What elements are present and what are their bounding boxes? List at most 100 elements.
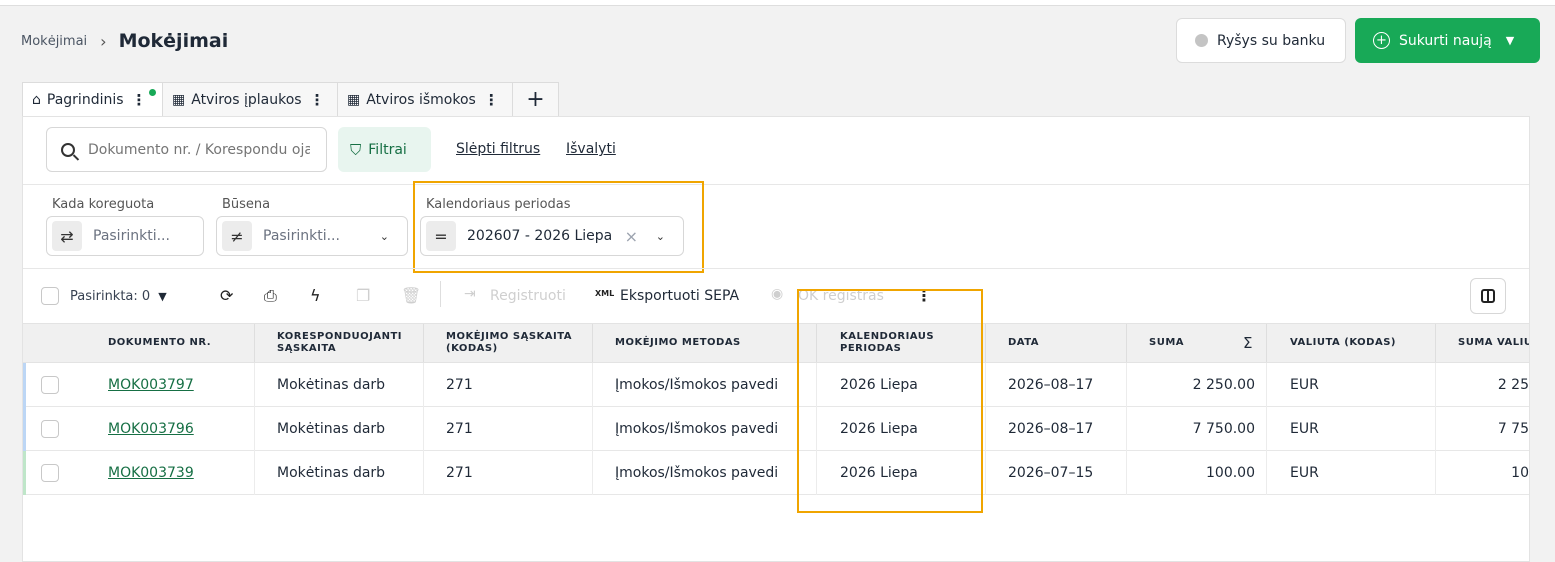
column-header-currency[interactable]: VALIUTA (KODAS) bbox=[1290, 324, 1430, 362]
corresponding-account-cell: Mokėtinas darb bbox=[277, 421, 386, 437]
modified-filter-select[interactable]: ⇄ Pasirinkti... bbox=[46, 216, 204, 256]
create-new-button[interactable]: + Sukurti naują ▼ bbox=[1355, 18, 1540, 63]
document-link[interactable]: MOK003739 bbox=[108, 451, 248, 495]
selected-count: Pasirinkta: 0 bbox=[70, 288, 151, 304]
sum-total-icon[interactable]: Σ bbox=[1243, 324, 1259, 362]
table-header: DOKUMENTO NR. KORESPONDUOJANTI SĄSKAITA … bbox=[23, 323, 1529, 363]
cell-separator bbox=[423, 363, 424, 407]
export-sepa-button[interactable]: Eksportuoti SEPA bbox=[620, 288, 739, 304]
highlight-box-period-column bbox=[797, 289, 983, 513]
not-equal-operator-icon[interactable]: ≠ bbox=[222, 221, 252, 251]
hide-filters-link[interactable]: Slėpti filtrus bbox=[456, 141, 540, 157]
copy-icon[interactable]: ❐ bbox=[356, 286, 370, 305]
swap-operator-icon[interactable]: ⇄ bbox=[52, 221, 82, 251]
unsaved-indicator-dot bbox=[149, 89, 156, 96]
modified-filter-label: Kada koreguota bbox=[52, 197, 155, 212]
filters-button[interactable]: ⛉ Filtrai bbox=[338, 127, 431, 172]
tab-main[interactable]: ⌂ Pagrindinis ⋮ bbox=[22, 82, 163, 116]
cell-separator bbox=[254, 451, 255, 495]
column-header-date[interactable]: DATA bbox=[1008, 324, 1108, 362]
cell-separator bbox=[1435, 451, 1436, 495]
row-checkbox[interactable] bbox=[41, 376, 59, 394]
payment-method-cell: Įmokos/Išmokos pavedi bbox=[615, 465, 779, 481]
chevron-down-icon[interactable]: ▼ bbox=[1506, 34, 1514, 47]
column-header-corresponding-account[interactable]: KORESPONDUOJANTI SĄSKAITA bbox=[277, 324, 422, 362]
lightning-icon[interactable]: ϟ bbox=[310, 286, 321, 305]
plus-circle-icon: + bbox=[1373, 32, 1390, 49]
trash-icon[interactable]: 🗑 bbox=[401, 286, 421, 305]
row-checkbox[interactable] bbox=[41, 420, 59, 438]
search-box[interactable] bbox=[46, 127, 327, 172]
highlight-box-filter bbox=[413, 181, 704, 273]
cell-separator bbox=[1266, 451, 1267, 495]
column-header-sum-currency[interactable]: SUMA VALIU bbox=[1458, 324, 1529, 362]
row-status-bar bbox=[23, 407, 26, 451]
select-all-control[interactable]: Pasirinkta: 0 ▼ bbox=[41, 286, 167, 306]
register-button[interactable]: Registruoti bbox=[490, 288, 566, 304]
tab-open-payouts[interactable]: ▦ Atviros išmokos ⋮ bbox=[338, 82, 513, 116]
clear-filters-link[interactable]: Išvalyti bbox=[566, 141, 616, 157]
add-tab-button[interactable]: + bbox=[513, 82, 559, 116]
date-cell: 2026–07–15 bbox=[1008, 465, 1094, 481]
select-all-checkbox[interactable] bbox=[41, 287, 59, 305]
cell-separator bbox=[985, 451, 986, 495]
document-link[interactable]: MOK003796 bbox=[108, 421, 194, 437]
filters-label: Filtrai bbox=[368, 141, 407, 158]
column-separator[interactable] bbox=[1435, 324, 1436, 362]
kebab-menu-icon[interactable]: ⋮ bbox=[484, 91, 499, 109]
cell-separator bbox=[1266, 363, 1267, 407]
document-link[interactable]: MOK003797 bbox=[108, 363, 248, 407]
table-row[interactable]: MOK003739 Mokėtinas darb 271 Įmokos/Išmo… bbox=[23, 451, 1529, 495]
column-separator[interactable] bbox=[592, 324, 593, 362]
tab-open-receipts[interactable]: ▦ Atviros įplaukos ⋮ bbox=[163, 82, 338, 116]
column-separator[interactable] bbox=[985, 324, 986, 362]
document-link[interactable]: MOK003739 bbox=[108, 465, 194, 481]
currency-cell: EUR bbox=[1290, 465, 1319, 481]
column-separator[interactable] bbox=[423, 324, 424, 362]
row-checkbox[interactable] bbox=[41, 464, 59, 482]
table-icon: ▦ bbox=[347, 91, 361, 108]
payment-method-cell: Įmokos/Išmokos pavedi bbox=[615, 421, 779, 437]
cell-separator bbox=[1266, 407, 1267, 451]
status-filter-select[interactable]: ≠ Pasirinkti... ⌄ bbox=[216, 216, 408, 256]
document-link[interactable]: MOK003796 bbox=[108, 407, 248, 451]
payment-account-cell: 271 bbox=[446, 465, 473, 481]
cell-separator bbox=[592, 363, 593, 407]
sum-currency-cell: 2 25 bbox=[1497, 377, 1529, 393]
column-separator[interactable] bbox=[1126, 324, 1127, 362]
sum-currency-cell: 10 bbox=[1511, 465, 1529, 481]
corresponding-account-cell: Mokėtinas darb bbox=[277, 465, 386, 481]
bank-connection-label: Ryšys su banku bbox=[1217, 32, 1326, 49]
status-filter-label: Būsena bbox=[222, 197, 271, 212]
column-separator[interactable] bbox=[1266, 324, 1267, 362]
print-icon[interactable]: ⎙ bbox=[264, 286, 277, 306]
document-link[interactable]: MOK003797 bbox=[108, 377, 194, 393]
search-icon bbox=[61, 142, 75, 157]
divider bbox=[23, 184, 1529, 185]
date-cell: 2026–08–17 bbox=[1008, 421, 1094, 437]
column-separator[interactable] bbox=[254, 324, 255, 362]
currency-cell: EUR bbox=[1290, 421, 1319, 437]
table-row[interactable]: MOK003796 Mokėtinas darb 271 Įmokos/Išmo… bbox=[23, 407, 1529, 451]
search-input[interactable] bbox=[88, 141, 310, 158]
column-header-sum[interactable]: SUMA bbox=[1149, 324, 1209, 362]
kebab-menu-icon[interactable]: ⋮ bbox=[310, 91, 325, 109]
row-status-bar bbox=[23, 363, 26, 407]
cell-separator bbox=[1435, 407, 1436, 451]
cell-separator bbox=[592, 407, 593, 451]
cell-separator bbox=[1126, 363, 1127, 407]
chevron-down-icon[interactable]: ▼ bbox=[158, 290, 166, 303]
kebab-menu-icon[interactable]: ⋮ bbox=[132, 91, 147, 109]
payment-account-cell: 271 bbox=[446, 421, 473, 437]
table-icon: ▦ bbox=[172, 91, 186, 108]
breadcrumb: Mokėjimai › Mokėjimai bbox=[21, 30, 228, 52]
column-header-payment-account[interactable]: MOKĖJIMO SĄSKAITA (KODAS) bbox=[446, 324, 586, 362]
breadcrumb-parent-link[interactable]: Mokėjimai bbox=[21, 34, 87, 49]
bank-connection-button[interactable]: Ryšys su banku bbox=[1176, 18, 1346, 63]
columns-toggle-button[interactable] bbox=[1470, 278, 1506, 314]
tab-open-payouts-label: Atviros išmokos bbox=[366, 91, 476, 108]
refresh-icon[interactable]: ⟳ bbox=[220, 286, 233, 305]
table-row[interactable]: MOK003797 Mokėtinas darb 271 Įmokos/Išmo… bbox=[23, 363, 1529, 407]
column-header-payment-method[interactable]: MOKĖJIMO METODAS bbox=[615, 324, 815, 362]
column-header-document[interactable]: DOKUMENTO NR. bbox=[108, 324, 248, 362]
